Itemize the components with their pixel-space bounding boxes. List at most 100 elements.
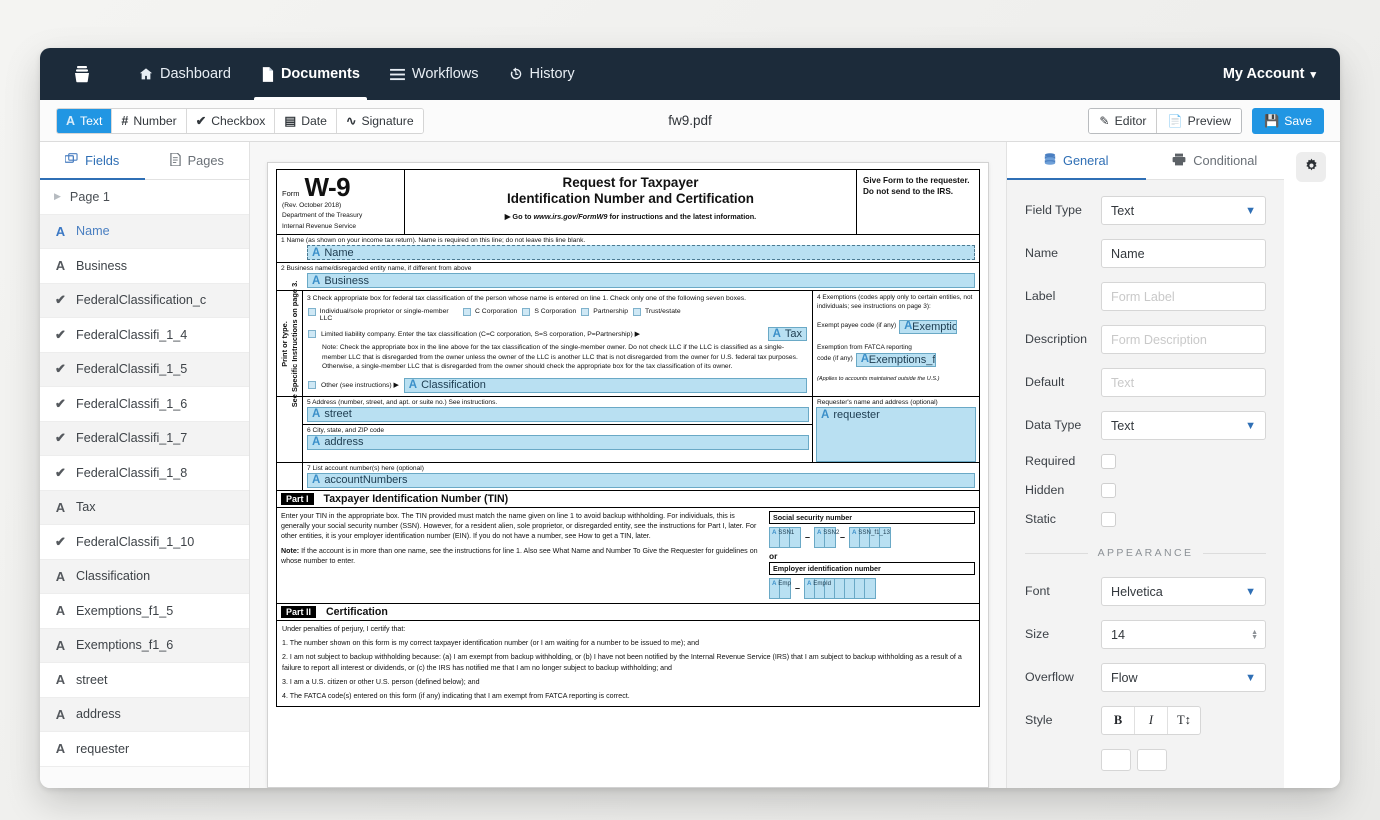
field-label: Exemptions_f1_6 xyxy=(76,638,174,653)
preview-view-button[interactable]: 📄 Preview xyxy=(1157,108,1242,133)
data-type-select[interactable]: Text ▼ xyxy=(1101,411,1266,440)
tool-number[interactable]: # Number xyxy=(112,108,187,133)
checkbox-icon[interactable] xyxy=(633,308,642,317)
editor-view-button[interactable]: ✎ Editor xyxy=(1089,108,1158,133)
checkbox-icon[interactable] xyxy=(581,308,590,317)
ein-grid: A Emp – A EmpId xyxy=(769,577,975,599)
field-type-select[interactable]: Text ▼ xyxy=(1101,196,1266,225)
checkbox-icon[interactable] xyxy=(308,308,316,317)
label-input[interactable] xyxy=(1101,282,1266,311)
overlay-field-address[interactable]: A address xyxy=(307,434,809,450)
tool-text[interactable]: A Text xyxy=(57,108,113,133)
prop-hidden: Hidden xyxy=(1025,483,1266,499)
overlay-field-ssn1[interactable]: A SSN1 xyxy=(769,526,801,548)
default-input[interactable] xyxy=(1101,368,1266,397)
field-row-tax[interactable]: A Tax xyxy=(40,490,249,525)
name-input[interactable] xyxy=(1101,239,1266,268)
description-input[interactable] xyxy=(1101,325,1266,354)
stepper-icon[interactable]: ▲ ▼ xyxy=(1251,629,1258,641)
nav-item-history[interactable]: History xyxy=(494,48,590,100)
overflow-select[interactable]: Flow ▼ xyxy=(1101,663,1266,693)
tin-number-boxes: Social security number A SSN1 – A SSN2 –… xyxy=(769,510,975,599)
field-row-name[interactable]: A Name xyxy=(40,214,249,249)
settings-button[interactable] xyxy=(1296,152,1326,182)
tool-label-number: Number xyxy=(133,113,177,128)
field-row-federalclassifi-1-10[interactable]: ✔ FederalClassifi_1_10 xyxy=(40,525,249,560)
field-row-federalclassifi-1-4[interactable]: ✔ FederalClassifi_1_4 xyxy=(40,318,249,353)
classification-option-s-corp[interactable]: S Corporation xyxy=(522,308,576,317)
app-logo[interactable] xyxy=(40,64,124,84)
static-checkbox[interactable] xyxy=(1101,512,1116,528)
italic-button[interactable]: I xyxy=(1135,707,1168,735)
overlay-field-business[interactable]: A Business xyxy=(307,273,975,289)
checkbox-field-icon: ✔ xyxy=(55,361,66,377)
tab-pages[interactable]: Pages xyxy=(145,142,250,179)
field-row-federalclassifi-1-7[interactable]: ✔ FederalClassifi_1_7 xyxy=(40,421,249,456)
overlay-field-account-numbers[interactable]: A accountNumbers xyxy=(307,472,975,488)
required-checkbox[interactable] xyxy=(1101,454,1116,470)
classification-block: 3 Check appropriate box for federal tax … xyxy=(303,291,813,396)
color-swatch-1[interactable] xyxy=(1101,749,1131,772)
tab-fields[interactable]: Fields xyxy=(40,142,145,180)
document-canvas[interactable]: Form W-9 (Rev. October 2018) Department … xyxy=(250,142,1006,788)
font-select[interactable]: Helvetica ▼ xyxy=(1101,577,1266,607)
text-field-icon: A xyxy=(55,223,66,239)
overlay-field-street[interactable]: A street xyxy=(307,406,809,422)
overlay-field-empid[interactable]: A EmpId xyxy=(804,577,877,599)
tool-date[interactable]: ▤ Date xyxy=(275,108,337,133)
nav-item-workflows[interactable]: Workflows xyxy=(375,48,494,100)
certification-text: Under penalties of perjury, I certify th… xyxy=(277,621,979,706)
tab-general[interactable]: General xyxy=(1007,142,1146,180)
overlay-field-tax[interactable]: A Tax xyxy=(767,327,807,342)
field-label: FederalClassifi_1_4 xyxy=(76,327,188,342)
checkbox-icon[interactable] xyxy=(308,330,316,339)
field-row-federalclassifi-1-5[interactable]: ✔ FederalClassifi_1_5 xyxy=(40,352,249,387)
checkbox-icon[interactable] xyxy=(522,308,531,317)
tool-signature[interactable]: ∿ Signature xyxy=(336,108,423,133)
overlay-field-ssn3[interactable]: A SSN_f1_13 xyxy=(849,526,892,548)
overlay-field-name[interactable]: A Name xyxy=(307,245,975,261)
field-row-business[interactable]: A Business xyxy=(40,249,249,284)
tab-conditional[interactable]: Conditional xyxy=(1146,142,1285,179)
bold-button[interactable]: B xyxy=(1102,707,1135,735)
my-account-menu[interactable]: My Account ▾ xyxy=(1223,48,1316,100)
field-row-federalclassifi-1-6[interactable]: ✔ FederalClassifi_1_6 xyxy=(40,387,249,422)
field-row-federalclassification-c[interactable]: ✔ FederalClassification_c xyxy=(40,283,249,318)
part-1-tag: Part I xyxy=(281,492,314,505)
tool-checkbox[interactable]: ✔ Checkbox xyxy=(186,108,276,133)
overlay-label: Exemptions_f1_5 xyxy=(912,320,956,333)
w9-address-section: 5 Address (number, street, and apt. or s… xyxy=(277,396,979,462)
classification-option-individual[interactable]: Individual/sole proprietor or single-mem… xyxy=(308,308,458,322)
nav-item-documents[interactable]: Documents xyxy=(246,48,375,100)
classification-option-partnership[interactable]: Partnership xyxy=(581,308,628,317)
field-row-classification[interactable]: A Classification xyxy=(40,559,249,594)
color-swatch-2[interactable] xyxy=(1137,749,1167,772)
tree-node-page-1[interactable]: ▶ Page 1 xyxy=(40,180,249,215)
text-case-button[interactable]: T↕ xyxy=(1168,707,1200,734)
overlay-label: Tax xyxy=(784,328,802,341)
overlay-field-emp[interactable]: A Emp xyxy=(769,577,791,599)
classification-option-trust-estate[interactable]: Trust/estate xyxy=(633,308,681,317)
overlay-field-requester[interactable]: A requester xyxy=(816,406,976,462)
field-row-requester[interactable]: A requester xyxy=(40,732,249,767)
hidden-checkbox[interactable] xyxy=(1101,483,1116,499)
field-row-federalclassifi-1-8[interactable]: ✔ FederalClassifi_1_8 xyxy=(40,456,249,491)
overlay-field-exemptions-f1-6[interactable]: A Exemptions_f1_6 xyxy=(855,352,936,367)
caret-right-icon: ▶ xyxy=(54,191,61,202)
nav-item-dashboard[interactable]: Dashboard xyxy=(124,48,246,100)
overlay-field-ssn2[interactable]: A SSN2 xyxy=(814,526,839,548)
field-list[interactable]: ▶ Page 1 A Name A Business ✔ FederalClas… xyxy=(40,180,249,788)
field-row-exemptions-f1-5[interactable]: A Exemptions_f1_5 xyxy=(40,594,249,629)
overlay-field-exemptions-f1-5[interactable]: A Exemptions_f1_5 xyxy=(899,319,958,334)
checkbox-icon[interactable] xyxy=(463,308,471,317)
classification-option-c-corp[interactable]: C Corporation xyxy=(463,308,517,317)
text-field-icon: A xyxy=(55,706,66,722)
field-row-exemptions-f1-6[interactable]: A Exemptions_f1_6 xyxy=(40,628,249,663)
field-row-address[interactable]: A address xyxy=(40,697,249,732)
checkbox-icon[interactable] xyxy=(308,381,316,390)
chevron-down-icon: ▼ xyxy=(1245,204,1256,217)
save-button[interactable]: 💾 Save xyxy=(1252,107,1324,134)
size-input[interactable] xyxy=(1101,620,1266,650)
overlay-field-classification[interactable]: A Classification xyxy=(403,377,807,393)
field-row-street[interactable]: A street xyxy=(40,663,249,698)
